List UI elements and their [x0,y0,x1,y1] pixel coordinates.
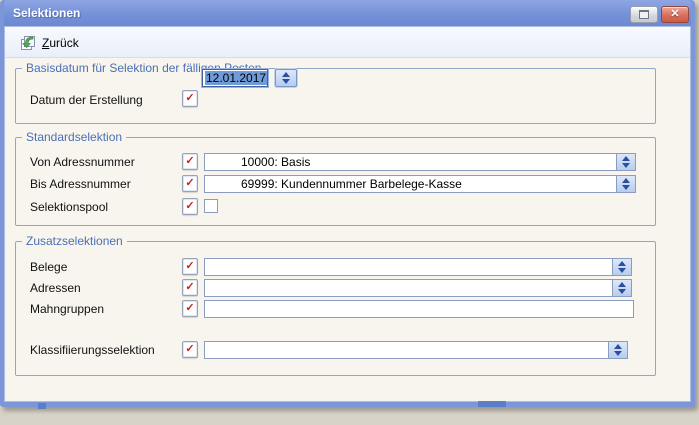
von-adressnummer-value: 10000: Basis [205,154,616,170]
spin-down-icon [618,268,626,273]
group-standardselektion: Standardselektion Von Adressnummer ✓ 100… [15,137,656,226]
klassifiierungsselektion-value [205,342,608,358]
combo-spinner[interactable] [608,342,627,358]
belege-combo[interactable] [204,258,632,276]
selektionspool-checkbox[interactable] [204,199,218,213]
spin-down-icon [614,351,622,356]
combo-spinner[interactable] [616,176,635,192]
adressen-value [205,280,612,296]
adressen-combo[interactable] [204,279,632,297]
label-adressen: Adressen [30,281,81,296]
selection-active-toggle-icon[interactable]: ✓ [182,300,198,317]
combo-spinner[interactable] [612,259,631,275]
back-button-label: Zurück [42,36,79,50]
spin-down-icon [282,79,290,84]
bis-adressnummer-combo[interactable]: 69999: Kundennummer Barbelege-Kasse [204,175,636,193]
spin-up-icon [622,178,630,183]
spin-down-icon [622,185,630,190]
close-icon: ✕ [670,9,679,20]
von-adressnummer-combo[interactable]: 10000: Basis [204,153,636,171]
label-bis-adressnummer: Bis Adressnummer [30,177,131,192]
restore-button[interactable] [630,6,658,23]
selection-active-toggle-icon[interactable]: ✓ [182,198,198,215]
label-von-adressnummer: Von Adressnummer [30,155,135,170]
spin-up-icon [618,282,626,287]
background-window-fragment [478,401,506,407]
window-title: Selektionen [13,6,80,20]
label-datum-der-erstellung: Datum der Erstellung [30,93,143,108]
combo-spinner[interactable] [616,154,635,170]
label-belege: Belege [30,260,67,275]
selection-active-toggle-icon[interactable]: ✓ [182,258,198,275]
spin-down-icon [618,289,626,294]
dialog-client-area: Zurück Basisdatum für Selektion der fäll… [4,26,691,402]
spin-up-icon [282,72,290,77]
close-button[interactable]: ✕ [661,6,689,23]
group-zusatzselektionen: Zusatzselektionen Belege ✓ Adressen ✓ Ma… [15,241,656,376]
label-klassifiierungsselektion: Klassifiierungsselektion [30,343,155,358]
bis-adressnummer-value: 69999: Kundennummer Barbelege-Kasse [205,176,616,192]
selection-active-toggle-icon[interactable]: ✓ [182,279,198,296]
spin-up-icon [622,156,630,161]
spin-down-icon [622,163,630,168]
group-zusatzselektionen-title: Zusatzselektionen [22,234,127,248]
selection-active-toggle-icon[interactable]: ✓ [182,153,198,170]
spin-up-icon [618,261,626,266]
selection-active-toggle-icon[interactable]: ✓ [182,341,198,358]
selection-active-toggle-icon[interactable]: ✓ [182,175,198,192]
datum-der-erstellung-input[interactable]: 12.01.2017 [202,69,268,87]
selection-active-toggle-icon[interactable]: ✓ [182,90,198,107]
label-mahngruppen: Mahngruppen [30,302,104,317]
group-basisdatum: Basisdatum für Selektion der fälligen Po… [15,68,656,124]
belege-value [205,259,612,275]
back-button[interactable]: Zurück [15,31,88,55]
restore-icon [639,10,649,19]
selektionen-dialog: Selektionen ✕ Zurück Basisdatum für Sele… [0,0,695,407]
klassifiierungsselektion-combo[interactable] [204,341,628,359]
combo-spinner[interactable] [612,280,631,296]
label-selektionspool: Selektionspool [30,200,108,215]
group-standardselektion-title: Standardselektion [22,130,126,144]
background-window-fragment [38,403,46,409]
mahngruppen-input[interactable] [204,300,634,318]
back-icon [20,35,36,51]
mahngruppen-value [205,301,633,317]
titlebar[interactable]: Selektionen ✕ [4,0,691,26]
date-spinner[interactable] [275,69,297,87]
spin-up-icon [614,344,622,349]
date-value-selected: 12.01.2017 [205,71,267,85]
toolbar: Zurück [5,27,690,58]
